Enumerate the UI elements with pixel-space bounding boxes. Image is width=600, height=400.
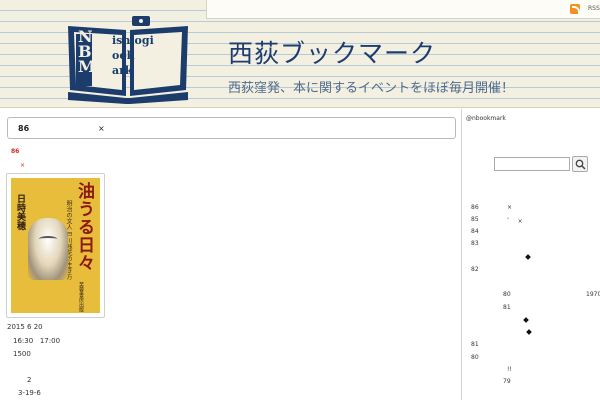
rss-icon[interactable] [570, 4, 580, 14]
author-portrait-icon [28, 218, 68, 280]
sidebar-item-number[interactable]: 85 [471, 216, 479, 223]
sidebar-item-number[interactable]: 81 [503, 304, 511, 311]
bullet-icon [525, 254, 531, 260]
sidebar-item-mark: ﾞ × [507, 218, 523, 225]
sidebar-item-number[interactable]: 81 [471, 341, 479, 348]
sidebar-item-mark: !! [507, 366, 512, 373]
book-publisher: 芙蓉書房出版 [78, 282, 84, 312]
search-input[interactable] [494, 157, 570, 171]
site-tagline: 西荻窪発、本に関するイベントをほぼ毎月開催！ [228, 81, 515, 96]
book-cover-image: 日時美穂 油うる日々 明治の文人 戸川残花の生き方 芙蓉書房出版 [11, 178, 100, 313]
book-title: 油うる日々 [74, 182, 94, 272]
sidebar-item-number[interactable]: 83 [471, 240, 479, 247]
search-icon [575, 159, 586, 170]
site-header: RSS N B M ishiogi ook ark 西荻ブックマーク 西荻窪発、… [0, 0, 600, 108]
site-title[interactable]: 西荻ブックマーク [228, 34, 436, 70]
logo-text-line-2: ook [112, 49, 135, 62]
post-title[interactable]: 86 [18, 124, 29, 133]
logo-text: ishiogi ook ark [112, 33, 154, 78]
post-title-box: 86 × [7, 117, 456, 139]
search-button[interactable] [572, 156, 588, 172]
site-logo[interactable]: N B M ishiogi ook ark [64, 16, 192, 104]
rss-link[interactable]: RSS [588, 5, 600, 12]
sidebar-item-mark: × [507, 204, 513, 211]
main-content: 86 × 86 × 日時美穂 油うる日々 明治の文人 戸川残花の生き方 芙蓉書房… [0, 109, 461, 400]
twitter-handle-link[interactable]: @nbookmark [466, 115, 506, 122]
sidebar-item-year: 1970 [586, 291, 600, 298]
event-venue-line-2: 3-19-6 [18, 389, 41, 397]
event-price: 1500 [13, 350, 31, 358]
sidebar-item-number[interactable]: 84 [471, 228, 479, 235]
bullet-icon [523, 317, 529, 323]
sidebar-item-number[interactable]: 80 [471, 354, 479, 361]
book-author: 日時美穂 [15, 194, 25, 230]
book-cover-card[interactable]: 日時美穂 油うる日々 明治の文人 戸川残花の生き方 芙蓉書房出版 [6, 173, 105, 318]
sidebar-item-number[interactable]: 82 [471, 266, 479, 273]
sidebar-item-number[interactable]: 86 [471, 204, 479, 211]
event-date: 2015 6 20 [7, 323, 43, 331]
bullet-icon [526, 329, 532, 335]
event-time: 16:30 17:00 [13, 337, 61, 345]
sidebar-item-number[interactable]: 79 [503, 378, 511, 385]
post-tag-number[interactable]: 86 [11, 148, 19, 155]
event-venue-line-1: 2 [27, 376, 32, 384]
top-bar: RSS [206, 0, 600, 19]
sidebar-item-number[interactable]: 80 [503, 291, 511, 298]
logo-cap-m: M [78, 57, 96, 76]
logo-caps: N B M [78, 29, 113, 75]
sidebar: @nbookmark 86 × 85 ﾞ × 84 83 82 80 1970 … [461, 109, 600, 400]
logo-text-line-1: ishiogi [112, 34, 154, 47]
post-tag-mark: × [20, 162, 26, 169]
post-title-mark: × [98, 124, 105, 133]
logo-text-line-3: ark [112, 64, 133, 77]
